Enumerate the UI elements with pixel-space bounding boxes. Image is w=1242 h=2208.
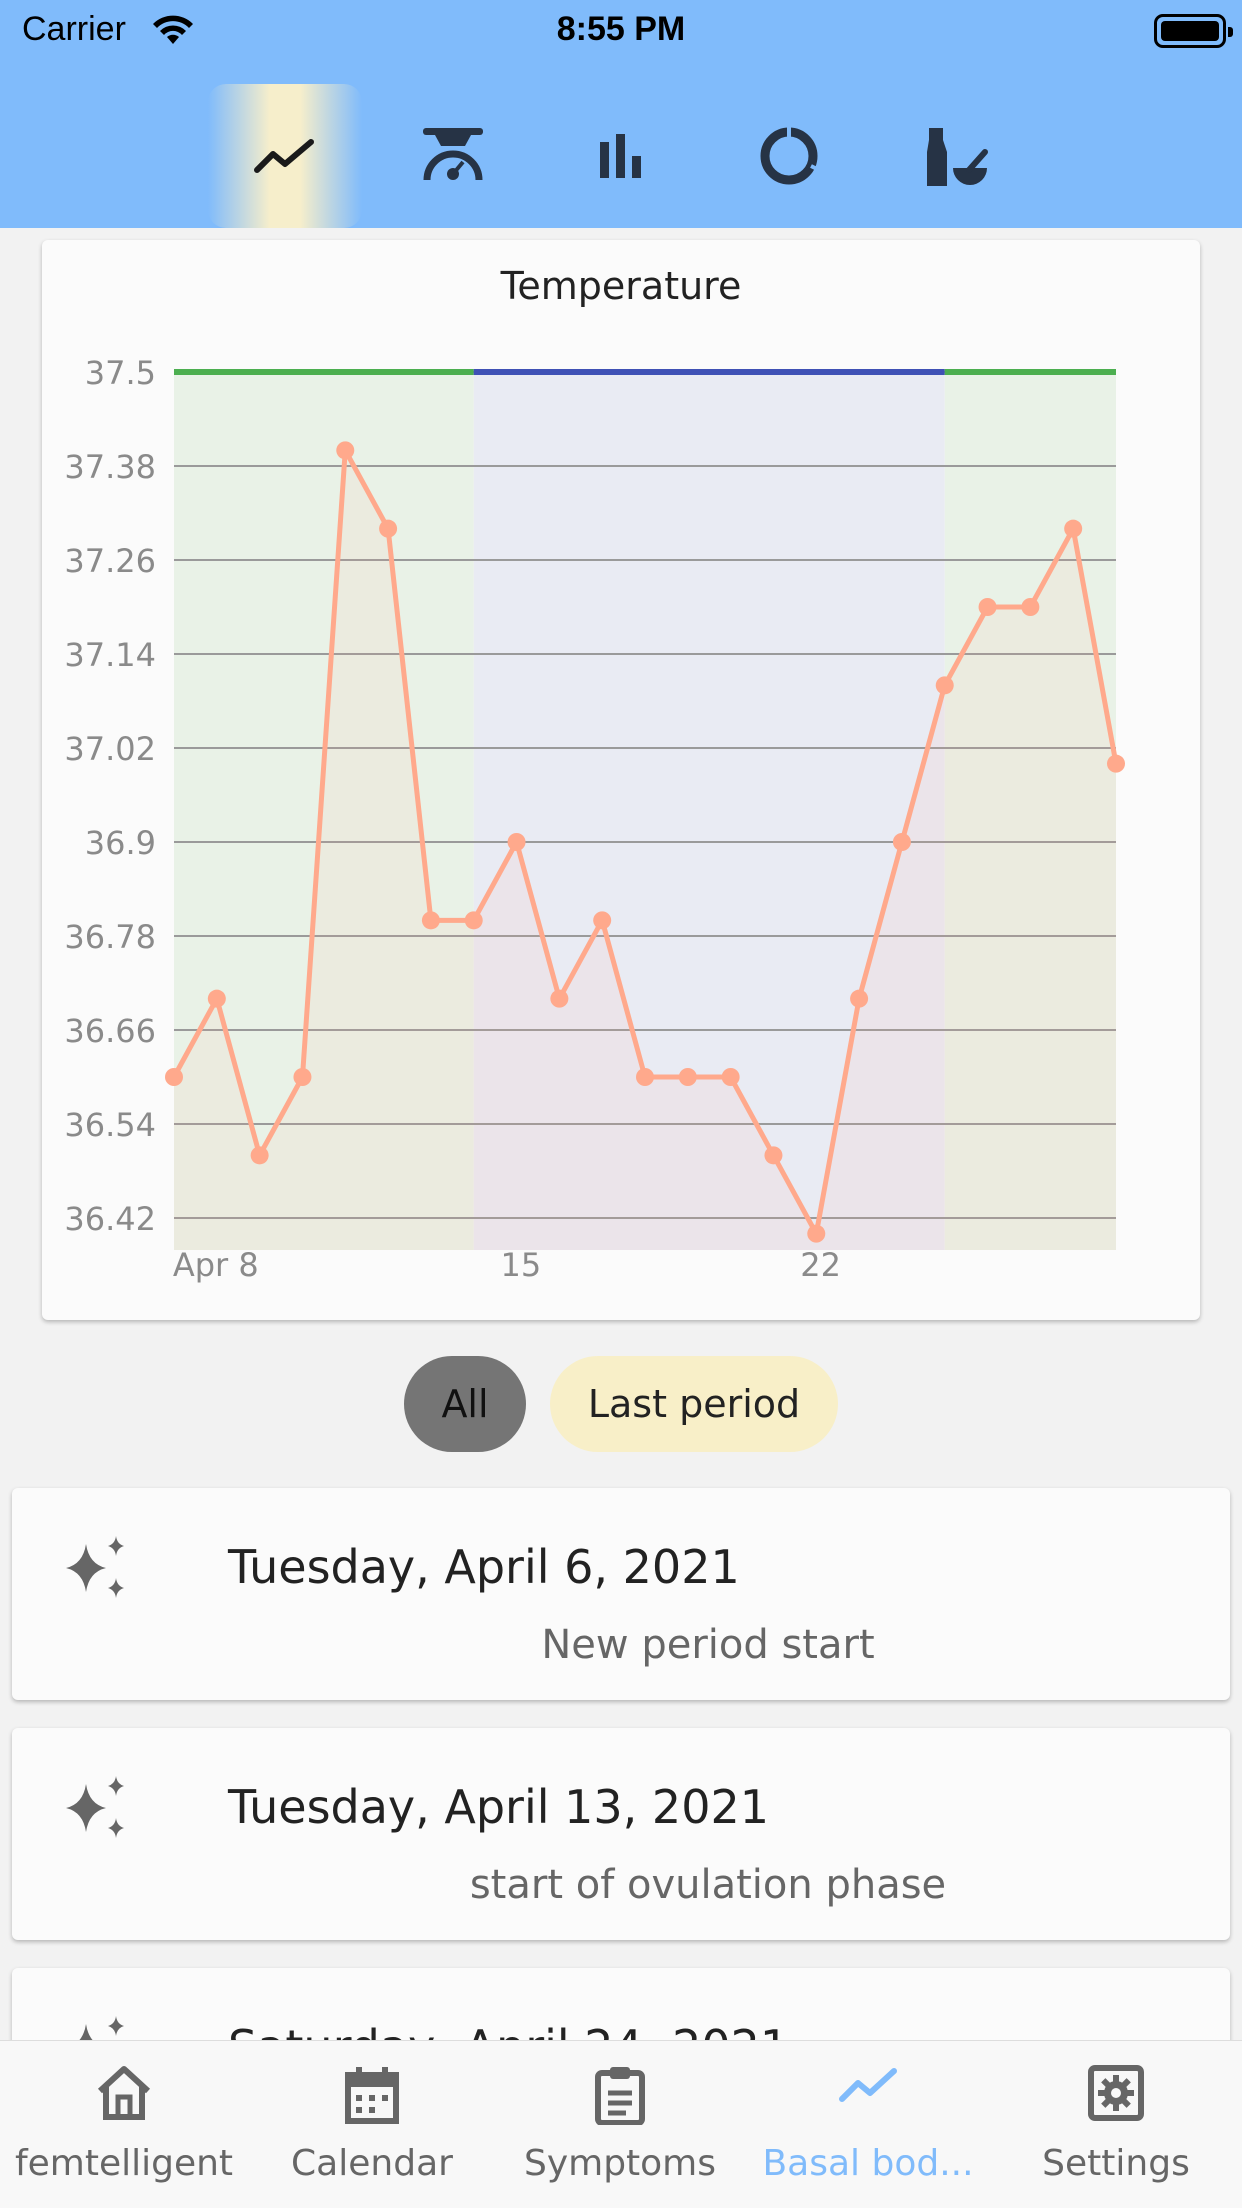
nav-label: Settings (1042, 2143, 1190, 2184)
data-point (293, 1068, 312, 1086)
nav-item-basal-body[interactable]: Basal bod... (744, 2041, 992, 2208)
tab-scale[interactable] (376, 84, 530, 228)
data-point (764, 1146, 783, 1165)
temperature-chart-card: Temperature 37.5 37.38 37.26 37.14 37.02 36.9… (42, 240, 1200, 1320)
gear-icon (1088, 2065, 1144, 2121)
status-time: 8:55 PM (556, 10, 686, 48)
x-tick-label: Apr 8 (173, 1246, 259, 1284)
data-point (207, 989, 226, 1008)
y-tick-label: 36.42 (64, 1200, 156, 1238)
nav-item-femtelligent[interactable]: femtelligent (0, 2041, 248, 2208)
y-tick-label: 36.66 (64, 1012, 156, 1050)
donut-chart-icon (760, 124, 820, 185)
nav-item-symptoms[interactable]: Symptoms (496, 2041, 744, 2208)
data-point (721, 1068, 740, 1086)
chart-type-tabs (0, 84, 1242, 228)
tab-bar-chart[interactable] (544, 84, 698, 228)
mortar-pestle-icon (927, 128, 988, 186)
scale-icon (423, 128, 483, 181)
nav-label: femtelligent (14, 2143, 234, 2184)
y-tick-label: 36.78 (64, 918, 156, 956)
y-tick-label: 36.54 (64, 1106, 156, 1144)
line-chart-icon (839, 2068, 897, 2102)
temperature-chart: 37.5 37.38 37.26 37.14 37.02 36.9 36.78 36.66 36… (64, 354, 1125, 1284)
clipboard-icon (595, 2067, 645, 2125)
data-point (1107, 754, 1125, 773)
phase-bar (174, 369, 474, 375)
data-point (636, 1068, 654, 1086)
data-point (507, 833, 526, 851)
data-point (935, 676, 954, 695)
nav-item-calendar[interactable]: Calendar (248, 2041, 496, 2208)
nav-label: Basal bod... (762, 2143, 974, 2184)
y-tick-label: 37.02 (64, 730, 156, 768)
tab-line-chart[interactable] (208, 84, 362, 228)
data-point (807, 1224, 826, 1243)
y-tick-label: 36.9 (85, 824, 156, 862)
data-point (336, 441, 355, 460)
nav-label: Calendar (291, 2143, 453, 2184)
data-point (593, 911, 612, 930)
line-chart-icon (254, 139, 314, 173)
sparkles-icon (66, 1776, 124, 1838)
event-description: start of ovulation phase (469, 1862, 947, 1908)
data-point (1021, 598, 1040, 616)
bar-chart-icon (600, 134, 641, 178)
event-date: Tuesday, April 13, 2021 (228, 1780, 769, 1834)
status-bar: Carrier 8:55 PM (0, 0, 1242, 64)
data-point (421, 911, 440, 930)
phase-bar (473, 369, 945, 375)
data-point (978, 598, 997, 616)
nav-item-settings[interactable]: Settings (992, 2041, 1240, 2208)
x-tick-label: 22 (800, 1246, 841, 1284)
data-point (850, 989, 869, 1008)
y-tick-label: 37.38 (64, 448, 156, 486)
data-point (678, 1068, 697, 1086)
nav-label: Symptoms (523, 2143, 717, 2184)
app-header: Carrier 8:55 PM (0, 0, 1242, 228)
x-tick-label: 15 (501, 1246, 542, 1284)
tab-donut-chart[interactable] (712, 84, 866, 228)
tab-mortar-pestle[interactable] (880, 84, 1034, 228)
y-tick-label: 37.5 (85, 354, 156, 392)
event-card[interactable]: Tuesday, April 6, 2021 New period start (12, 1488, 1230, 1700)
data-point (550, 989, 569, 1008)
data-point (1064, 519, 1083, 538)
y-tick-label: 37.14 (64, 636, 156, 674)
calendar-icon (345, 2067, 399, 2124)
home-icon (97, 2066, 151, 2120)
filter-all-button[interactable]: All (404, 1356, 526, 1452)
sparkles-icon (66, 1536, 124, 1598)
bottom-navigation: femtelligent Calendar Symptoms Basal bod… (0, 2040, 1242, 2208)
phase-bar (944, 369, 1116, 375)
data-point (379, 519, 398, 538)
data-point (892, 833, 911, 851)
event-card[interactable]: Tuesday, April 13, 2021 start of ovulati… (12, 1728, 1230, 1940)
filter-last-period-button[interactable]: Last period (550, 1356, 838, 1452)
data-point (165, 1068, 183, 1086)
event-date: Tuesday, April 6, 2021 (228, 1540, 740, 1594)
y-tick-label: 37.26 (64, 542, 156, 580)
data-point (464, 911, 483, 930)
battery-icon (1154, 14, 1233, 48)
data-point (250, 1146, 269, 1165)
event-description: New period start (541, 1622, 875, 1668)
